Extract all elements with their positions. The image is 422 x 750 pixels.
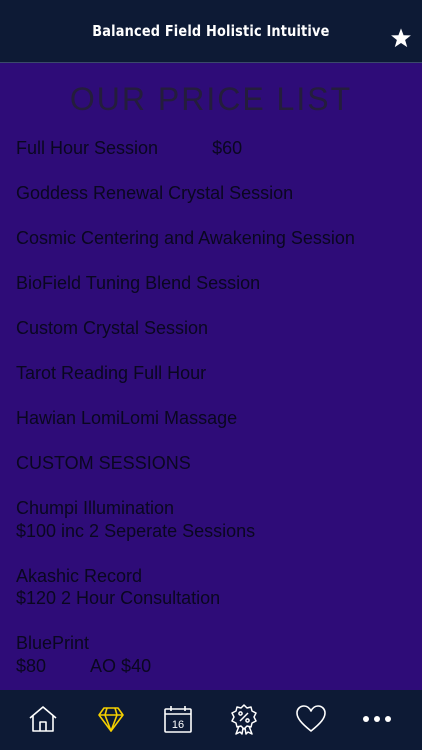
price-item-detail: $100 inc 2 Seperate Sessions: [16, 520, 256, 541]
price-item-name: Chumpi Illumination: [16, 498, 175, 518]
price-item: Chumpi Illumination $100 inc 2 Seperate …: [16, 497, 416, 542]
price-item-name: Full Hour Session: [16, 138, 159, 158]
star-icon[interactable]: [390, 27, 412, 49]
calendar-day-label: 16: [172, 719, 184, 731]
tab-home[interactable]: [26, 702, 60, 736]
gem-icon: [98, 707, 124, 732]
home-icon: [29, 706, 57, 732]
price-item-name: BluePrint: [16, 633, 90, 653]
price-item-name: Cosmic Centering and Awakening Session: [16, 228, 355, 248]
calendar-icon: 16: [164, 706, 192, 733]
bottom-tab-bar: 16: [0, 690, 422, 750]
tab-calendar[interactable]: 16: [161, 702, 195, 736]
price-item-name: Akashic Record: [16, 565, 143, 586]
price-item: CUSTOM SESSIONS: [16, 452, 416, 475]
price-item: BluePrint $80 AO $40: [16, 632, 416, 677]
price-item-name: Goddess Renewal Crystal Session: [16, 183, 294, 203]
discount-badge-icon: [231, 704, 257, 735]
price-item: BioField Tuning Blend Session: [16, 272, 416, 295]
app-title: Balanced Field Holistic Intuitive: [92, 22, 330, 40]
tab-more[interactable]: [360, 702, 394, 736]
price-item: Goddess Renewal Crystal Session: [16, 182, 416, 205]
price-item: Custom Crystal Session: [16, 317, 416, 340]
price-item-name: Hawian LomiLomi Massage: [16, 408, 238, 428]
price-list: Full Hour Session $60 Goddess Renewal Cry…: [16, 137, 416, 677]
price-item-name: Custom Crystal Session: [16, 318, 209, 338]
price-item-name: Tarot Reading Full Hour: [16, 363, 207, 383]
tab-services[interactable]: [94, 702, 128, 736]
price-item: Full Hour Session $60: [16, 137, 416, 160]
price-item-name: BioField Tuning Blend Session: [16, 273, 261, 293]
price-list-page: OUR PRICE LIST Full Hour Session $60 Godd…: [0, 63, 422, 690]
price-item-name: CUSTOM SESSIONS: [16, 453, 191, 473]
price-item: Akashic Record $120 2 Hour Consultation: [16, 565, 416, 610]
price-item: Tarot Reading Full Hour: [16, 362, 416, 385]
price-item-detail: $120 2 Hour Consultation: [16, 588, 221, 608]
price-value: $60: [212, 138, 243, 158]
price-item: Hawian LomiLomi Massage: [16, 407, 416, 430]
tab-favorites[interactable]: [294, 702, 328, 736]
heart-icon: [296, 705, 326, 732]
price-item: Cosmic Centering and Awakening Session: [16, 227, 416, 250]
tab-offers[interactable]: [227, 702, 261, 736]
more-icon: [363, 716, 391, 722]
app-header: Balanced Field Holistic Intuitive: [0, 0, 422, 63]
page-title: OUR PRICE LIST: [69, 81, 353, 117]
price-item-detail: $80 AO $40: [16, 655, 152, 676]
